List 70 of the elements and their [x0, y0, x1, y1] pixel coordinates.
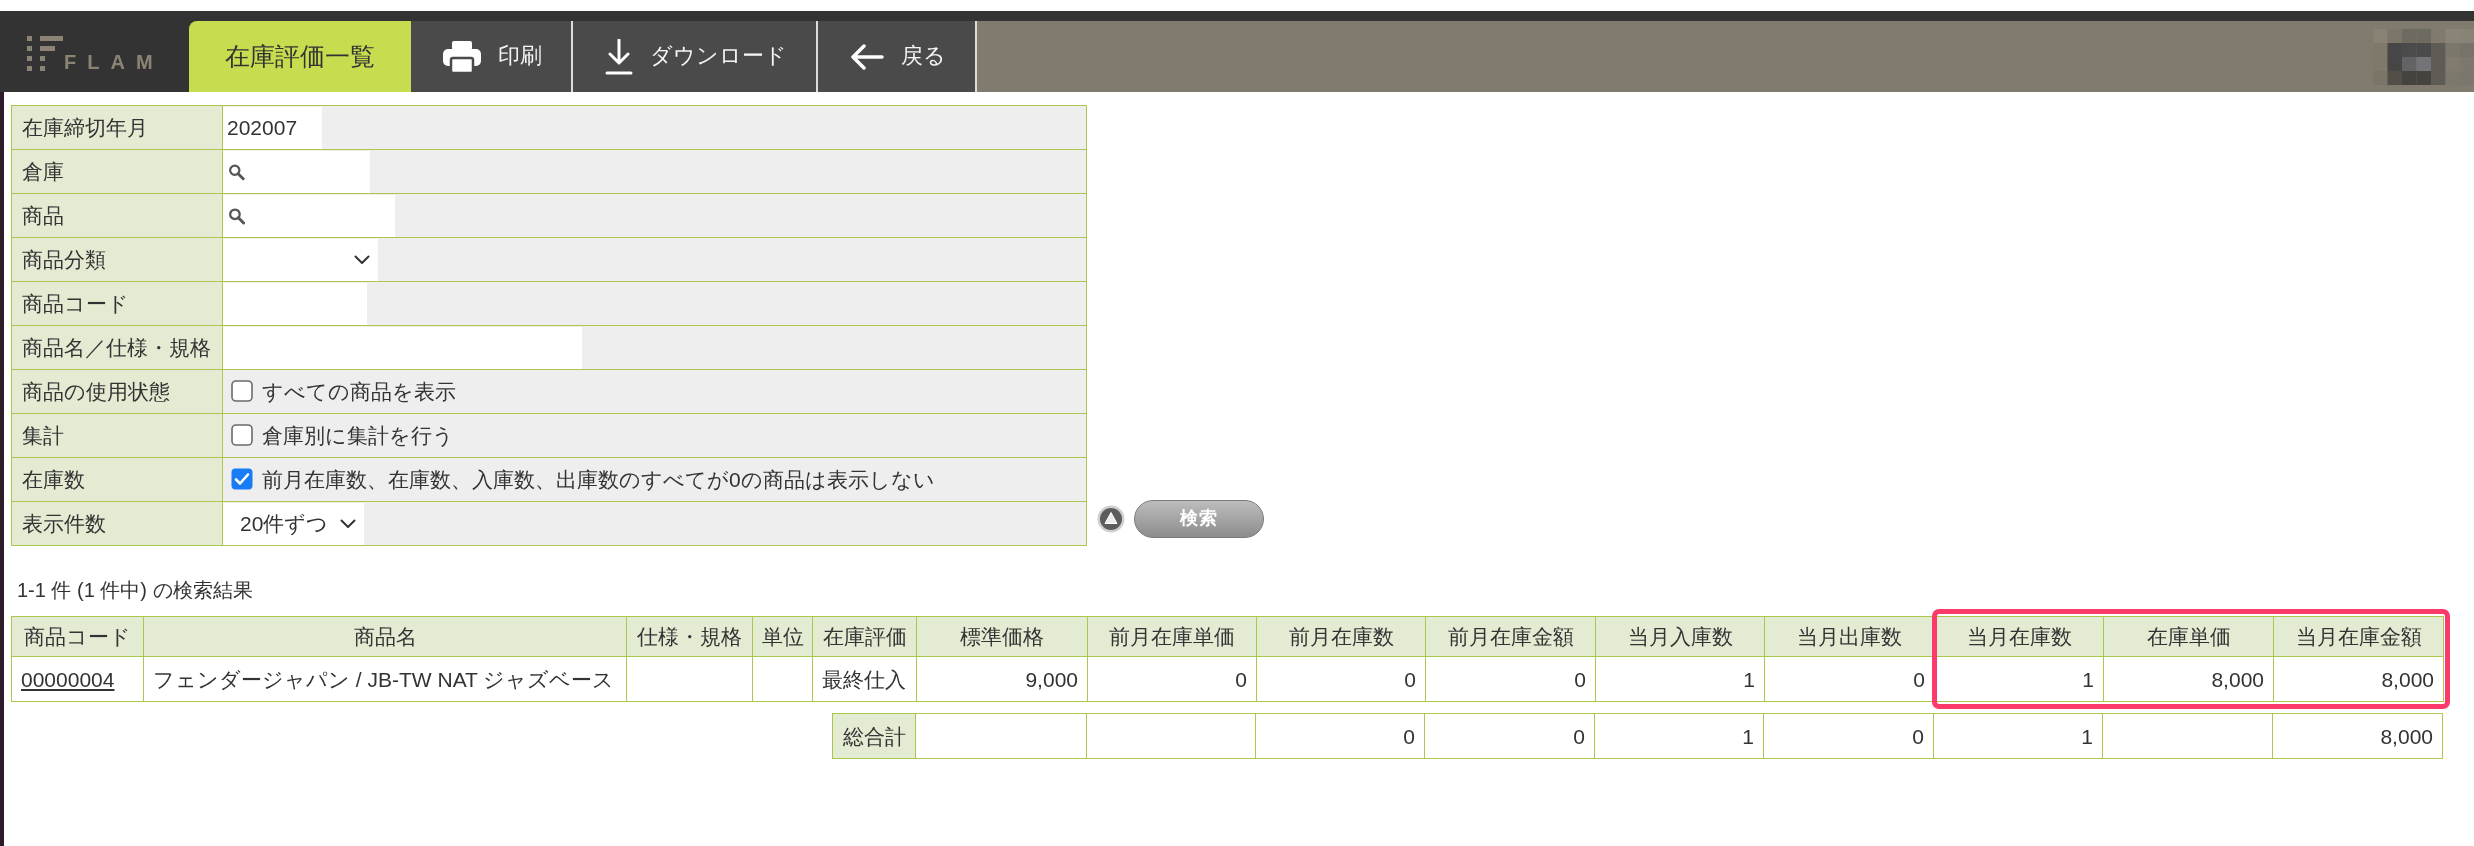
column-header: 当月在庫数: [1934, 616, 2104, 657]
page-tab[interactable]: 在庫評価一覧: [189, 21, 411, 92]
select-field[interactable]: [223, 238, 378, 281]
column-header: 前月在庫数: [1256, 616, 1426, 657]
lookup-field[interactable]: [223, 194, 395, 237]
checkbox[interactable]: [231, 380, 253, 403]
total-cell: 0: [1255, 713, 1425, 759]
text-field[interactable]: 202007: [223, 106, 322, 149]
column-header: 単位: [752, 616, 813, 657]
total-cell: 0: [1763, 713, 1934, 759]
text-field[interactable]: [223, 326, 582, 369]
checkbox-label[interactable]: すべての商品を表示: [262, 377, 456, 406]
checkbox-label[interactable]: 倉庫別に集計を行う: [262, 421, 454, 450]
text-field[interactable]: [223, 282, 367, 325]
total-cell: 1: [1594, 713, 1764, 759]
table-cell: 0: [1425, 656, 1596, 702]
table-cell: 1: [1934, 656, 2104, 702]
column-header: 当月入庫数: [1595, 616, 1765, 657]
column-header: 当月出庫数: [1764, 616, 1935, 657]
search-icon: [228, 205, 246, 226]
arrow-left-icon: [850, 43, 884, 70]
back-button[interactable]: 戻る: [818, 21, 977, 92]
table-cell: 0: [1256, 656, 1426, 702]
column-header: 前月在庫金額: [1425, 616, 1596, 657]
column-header: 在庫単価: [2103, 616, 2274, 657]
select-field[interactable]: 20件ずつ: [223, 502, 364, 545]
column-header: 標準価格: [916, 616, 1088, 657]
logo-text: FLAM: [64, 52, 164, 72]
chevron-down-icon: [340, 518, 356, 529]
table-cell: 8,000: [2273, 656, 2444, 702]
download-icon: [605, 38, 633, 75]
table-cell: 0: [1087, 656, 1257, 702]
field-label: 集計: [11, 413, 223, 458]
total-cell: 8,000: [2272, 713, 2443, 759]
field-label: 商品の使用状態: [11, 369, 223, 414]
total-cell: 0: [1424, 713, 1595, 759]
checkbox[interactable]: [231, 424, 253, 447]
table-cell: 0: [1764, 656, 1935, 702]
table-cell: フェンダージャパン / JB-TW NAT ジャズベース: [143, 656, 627, 702]
table-cell: 9,000: [916, 656, 1088, 702]
column-header: 商品名: [143, 616, 627, 657]
chevron-down-icon: [354, 254, 370, 265]
field-label: 商品分類: [11, 237, 223, 282]
field-label: 商品コード: [11, 281, 223, 326]
column-header: 当月在庫金額: [2273, 616, 2444, 657]
total-label: 総合計: [832, 713, 916, 759]
lookup-field[interactable]: [223, 150, 370, 193]
field-label: 商品: [11, 193, 223, 238]
field-label: 在庫数: [11, 457, 223, 502]
table-cell: 8,000: [2103, 656, 2274, 702]
column-header: 仕様・規格: [626, 616, 753, 657]
column-header: 在庫評価: [812, 616, 917, 657]
checkbox-label[interactable]: 前月在庫数、在庫数、入庫数、出庫数のすべてが0の商品は表示しない: [262, 465, 935, 494]
checkbox[interactable]: [231, 468, 253, 491]
logo-icon: [27, 36, 63, 71]
field-label: 倉庫: [11, 149, 223, 194]
table-cell: 最終仕入: [812, 656, 917, 702]
product-code-link[interactable]: 00000004: [21, 667, 115, 691]
column-header: 商品コード: [11, 616, 144, 657]
printer-icon: [443, 40, 481, 73]
total-cell: 1: [1933, 713, 2103, 759]
up-triangle-icon[interactable]: [1097, 505, 1125, 533]
result-count-text: 1-1 件 (1 件中) の検索結果: [17, 578, 253, 602]
field-label: 商品名／仕様・規格: [11, 325, 223, 370]
table-cell: 1: [1595, 656, 1765, 702]
field-label: 表示件数: [11, 501, 223, 546]
download-button[interactable]: ダウンロード: [573, 21, 818, 92]
print-button[interactable]: 印刷: [411, 21, 573, 92]
column-header: 前月在庫単価: [1087, 616, 1257, 657]
field-label: 在庫締切年月: [11, 105, 223, 150]
